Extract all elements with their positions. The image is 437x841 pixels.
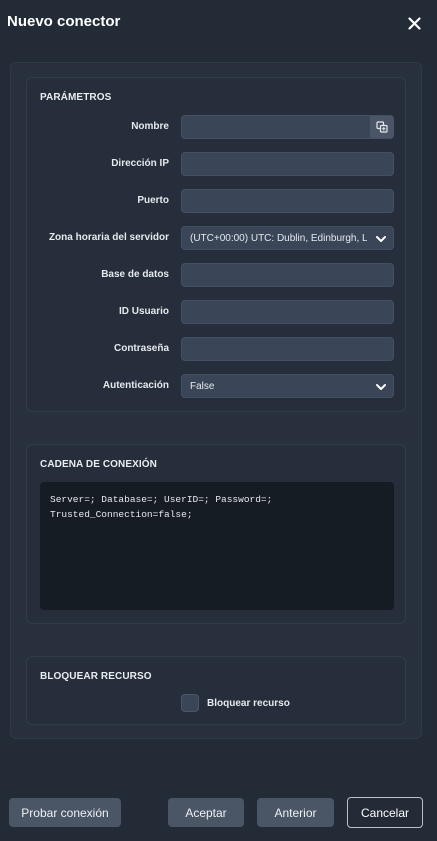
row-usuario: ID Usuario	[27, 300, 407, 324]
copy-name-button[interactable]	[370, 116, 394, 138]
connection-string-box[interactable]: Server=; Database=; UserID=; Password=; …	[40, 482, 394, 610]
nombre-label: Nombre	[131, 121, 169, 132]
dialog-header: Nuevo conector	[0, 0, 437, 46]
authentication-select[interactable]: False	[181, 374, 394, 398]
user-id-input[interactable]	[181, 300, 394, 324]
timezone-value: (UTC+00:00) UTC: Dublin, Edinburgh, Lisb…	[190, 232, 367, 244]
timezone-select[interactable]: (UTC+00:00) UTC: Dublin, Edinburgh, Lisb…	[181, 226, 394, 250]
copy-icon	[376, 121, 388, 133]
close-button[interactable]	[404, 13, 424, 33]
lock-resource-section: BLOQUEAR RECURSO Bloquear recurso	[26, 656, 406, 725]
connection-string-section: CADENA DE CONEXIÓN Server=; Database=; U…	[26, 444, 406, 624]
row-puerto: Puerto	[27, 189, 407, 213]
row-auth: Autenticación False	[27, 374, 407, 398]
row-zona: Zona horaria del servidor (UTC+00:00) UT…	[27, 226, 407, 250]
new-connector-dialog: Nuevo conector PARÁMETROS Nombre Direcci…	[0, 0, 437, 841]
cancel-button[interactable]: Cancelar	[347, 797, 423, 828]
parameters-section: PARÁMETROS Nombre Dirección IP Puerto Zo…	[26, 77, 406, 412]
lock-resource-title: BLOQUEAR RECURSO	[40, 671, 152, 682]
password-input[interactable]	[181, 337, 394, 361]
base-label: Base de datos	[101, 269, 169, 280]
row-nombre: Nombre	[27, 115, 407, 139]
parameters-section-title: PARÁMETROS	[40, 92, 112, 103]
usuario-label: ID Usuario	[118, 306, 169, 317]
puerto-label: Puerto	[137, 195, 169, 206]
chevron-down-icon	[376, 236, 386, 242]
dialog-title: Nuevo conector	[7, 13, 121, 30]
chevron-down-icon	[376, 384, 386, 390]
nombre-input[interactable]	[181, 115, 394, 139]
connection-string-title: CADENA DE CONEXIÓN	[40, 459, 157, 470]
lock-resource-label: Bloquear recurso	[207, 698, 290, 709]
lock-resource-checkbox[interactable]	[181, 694, 199, 712]
puerto-input[interactable]	[181, 189, 394, 213]
close-icon	[407, 16, 421, 30]
authentication-value: False	[190, 380, 215, 392]
password-label: Contraseña	[113, 343, 169, 354]
accept-button[interactable]: Aceptar	[168, 798, 244, 827]
previous-button[interactable]: Anterior	[257, 798, 334, 827]
row-password: Contraseña	[27, 337, 407, 361]
database-input[interactable]	[181, 263, 394, 287]
ip-input[interactable]	[181, 152, 394, 176]
row-base: Base de datos	[27, 263, 407, 287]
connection-string-line: Server=; Database=; UserID=; Password=;	[50, 494, 273, 505]
auth-label: Autenticación	[102, 380, 169, 391]
test-connection-button[interactable]: Probar conexión	[9, 798, 121, 827]
row-ip: Dirección IP	[27, 152, 407, 176]
connection-string-line: Trusted_Connection=false;	[50, 509, 193, 520]
zona-label: Zona horaria del servidor	[48, 232, 169, 243]
ip-label: Dirección IP	[111, 158, 169, 169]
